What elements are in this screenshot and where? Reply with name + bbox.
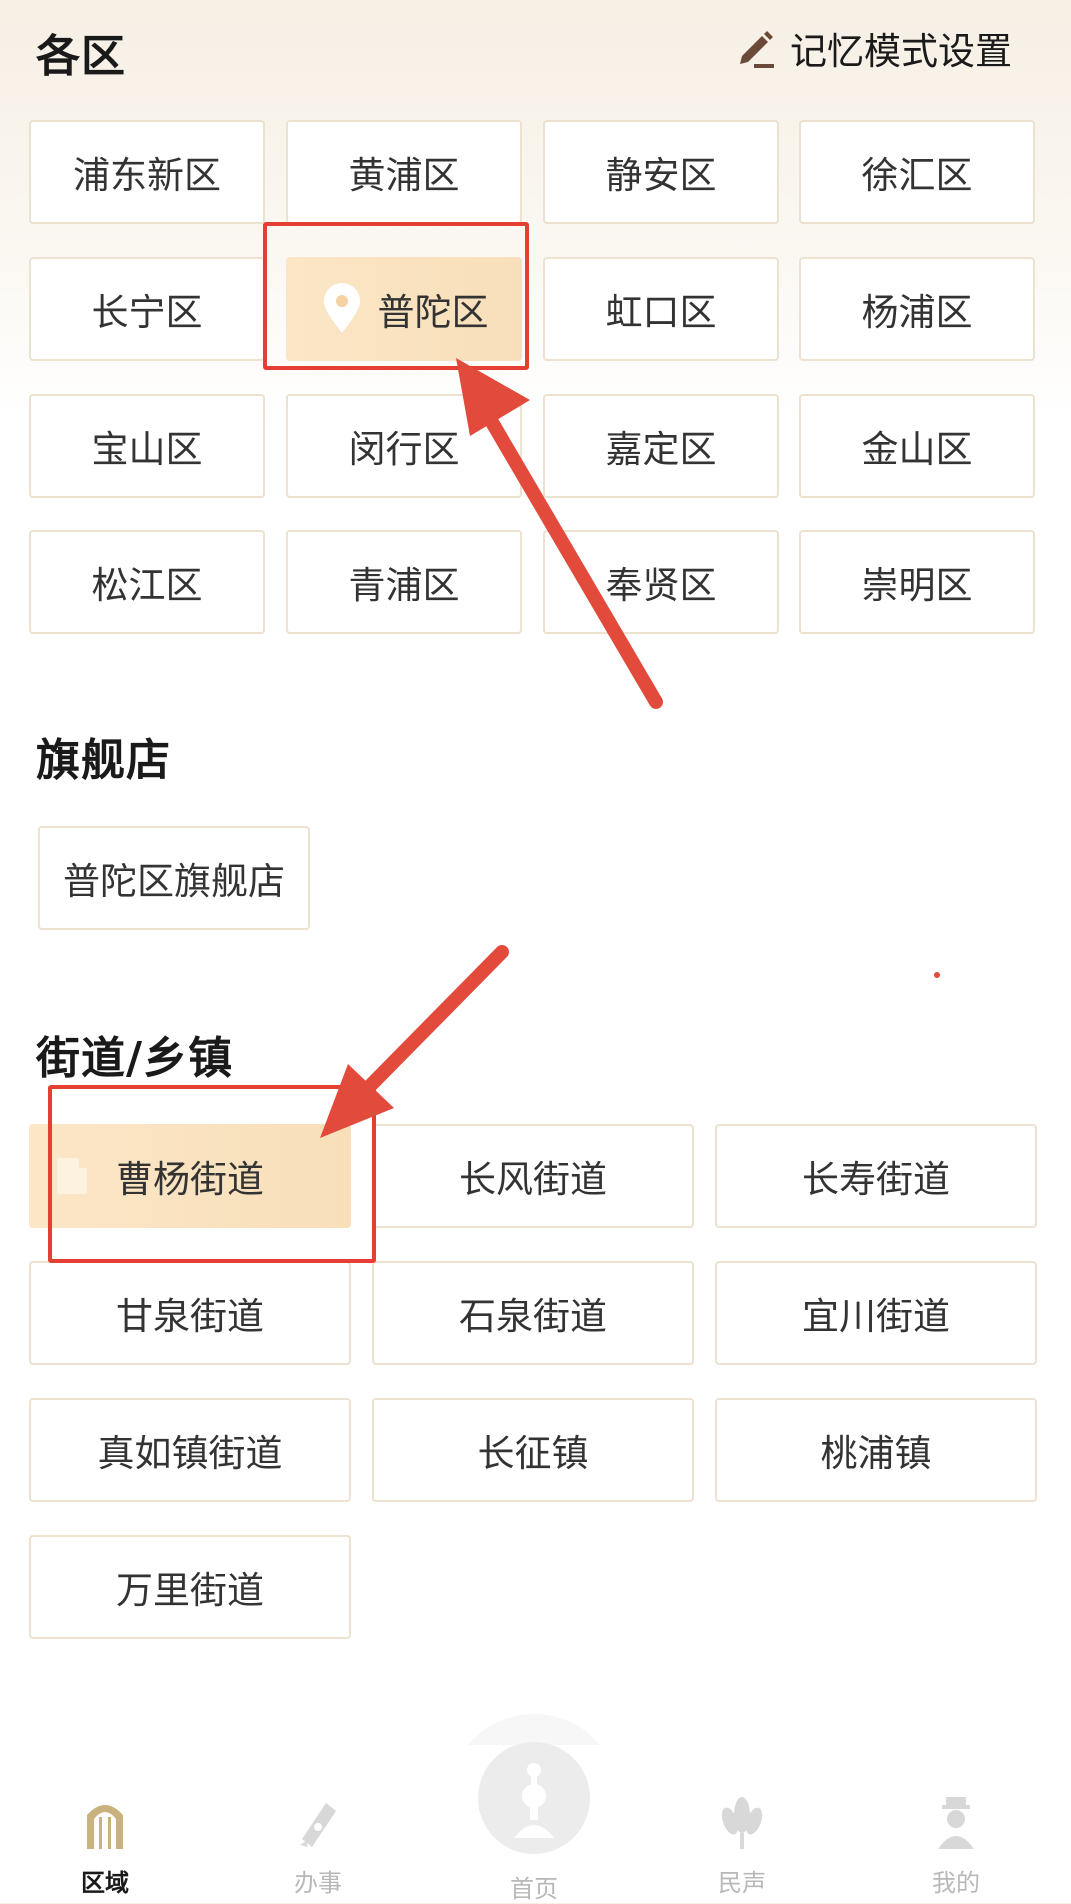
page-title: 各区 xyxy=(36,31,126,82)
street-label: 甘泉街道 xyxy=(116,1295,264,1338)
nav-label-voice: 民声 xyxy=(718,1869,766,1897)
street-label: 真如镇街道 xyxy=(97,1432,283,1475)
street-label: 万里街道 xyxy=(116,1569,264,1612)
district-button[interactable]: 崇明区 xyxy=(799,530,1035,634)
street-button[interactable]: 宜川街道 xyxy=(715,1261,1037,1365)
district-label: 嘉定区 xyxy=(605,428,717,471)
district-button[interactable]: 黄浦区 xyxy=(286,120,522,224)
district-button[interactable]: 静安区 xyxy=(543,120,779,224)
home-button[interactable] xyxy=(478,1742,590,1854)
district-button[interactable]: 青浦区 xyxy=(286,530,522,634)
street-label: 长征镇 xyxy=(477,1432,589,1475)
district-label: 长宁区 xyxy=(91,291,203,334)
district-button[interactable]: 松江区 xyxy=(29,530,265,634)
annotation-box-street xyxy=(48,1085,376,1263)
street-button[interactable]: 石泉街道 xyxy=(372,1261,694,1365)
memory-settings-button[interactable]: 记忆模式设置 xyxy=(734,22,1012,74)
district-label: 金山区 xyxy=(861,428,973,471)
pen-nib-icon xyxy=(300,1803,336,1847)
district-button[interactable]: 浦东新区 xyxy=(29,120,265,224)
district-label: 浦东新区 xyxy=(73,154,221,197)
nav-item-region[interactable]: 区域 xyxy=(45,1745,165,1903)
streets-section-title: 街道/乡镇 xyxy=(36,1033,234,1084)
user-icon xyxy=(938,1797,974,1849)
nav-label-home: 首页 xyxy=(510,1875,558,1903)
home-logo-icon xyxy=(514,1763,554,1838)
nav-item-services[interactable]: 办事 xyxy=(258,1745,378,1903)
street-label: 石泉街道 xyxy=(459,1295,607,1338)
edit-icon xyxy=(740,31,774,68)
district-label: 松江区 xyxy=(91,564,203,607)
district-button[interactable]: 长宁区 xyxy=(29,257,265,361)
district-button[interactable]: 徐汇区 xyxy=(799,120,1035,224)
flagship-store-label: 普陀区旗舰店 xyxy=(63,860,285,903)
flower-icon xyxy=(721,1797,763,1849)
district-button[interactable]: 虹口区 xyxy=(543,257,779,361)
district-button[interactable]: 杨浦区 xyxy=(799,257,1035,361)
street-button[interactable]: 长寿街道 xyxy=(715,1124,1037,1228)
flagship-store-button[interactable]: 普陀区旗舰店 xyxy=(38,826,310,930)
street-label: 桃浦镇 xyxy=(820,1432,932,1475)
street-button[interactable]: 桃浦镇 xyxy=(715,1398,1037,1502)
nav-label-services: 办事 xyxy=(294,1869,342,1897)
street-button[interactable]: 真如镇街道 xyxy=(29,1398,351,1502)
nav-item-voice[interactable]: 民声 xyxy=(682,1745,802,1903)
flagship-section-title: 旗舰店 xyxy=(36,735,171,786)
district-button[interactable]: 闵行区 xyxy=(286,394,522,498)
district-label: 静安区 xyxy=(605,154,717,197)
memory-settings-label: 记忆模式设置 xyxy=(790,30,1012,73)
street-label: 长寿街道 xyxy=(802,1158,950,1201)
district-label: 杨浦区 xyxy=(861,291,973,334)
nav-item-mine[interactable]: 我的 xyxy=(896,1745,1016,1903)
street-label: 宜川街道 xyxy=(802,1295,950,1338)
street-button[interactable]: 万里街道 xyxy=(29,1535,351,1639)
district-label: 闵行区 xyxy=(348,428,460,471)
district-button[interactable]: 奉贤区 xyxy=(543,530,779,634)
district-label: 青浦区 xyxy=(348,564,460,607)
district-button[interactable]: 宝山区 xyxy=(29,394,265,498)
district-button[interactable]: 嘉定区 xyxy=(543,394,779,498)
street-label: 长风街道 xyxy=(459,1158,607,1201)
annotation-box-district xyxy=(263,222,529,370)
district-label: 黄浦区 xyxy=(348,154,460,197)
region-arch-icon xyxy=(87,1805,123,1849)
red-dot xyxy=(934,972,940,978)
district-label: 虹口区 xyxy=(605,291,717,334)
district-label: 奉贤区 xyxy=(605,564,717,607)
street-button[interactable]: 长征镇 xyxy=(372,1398,694,1502)
street-button[interactable]: 长风街道 xyxy=(372,1124,694,1228)
nav-label-region: 区域 xyxy=(81,1869,129,1897)
district-label: 徐汇区 xyxy=(861,154,973,197)
street-button[interactable]: 甘泉街道 xyxy=(29,1261,351,1365)
district-label: 宝山区 xyxy=(91,428,203,471)
district-label: 崇明区 xyxy=(861,564,973,607)
district-button[interactable]: 金山区 xyxy=(799,394,1035,498)
nav-label-mine: 我的 xyxy=(932,1869,980,1897)
